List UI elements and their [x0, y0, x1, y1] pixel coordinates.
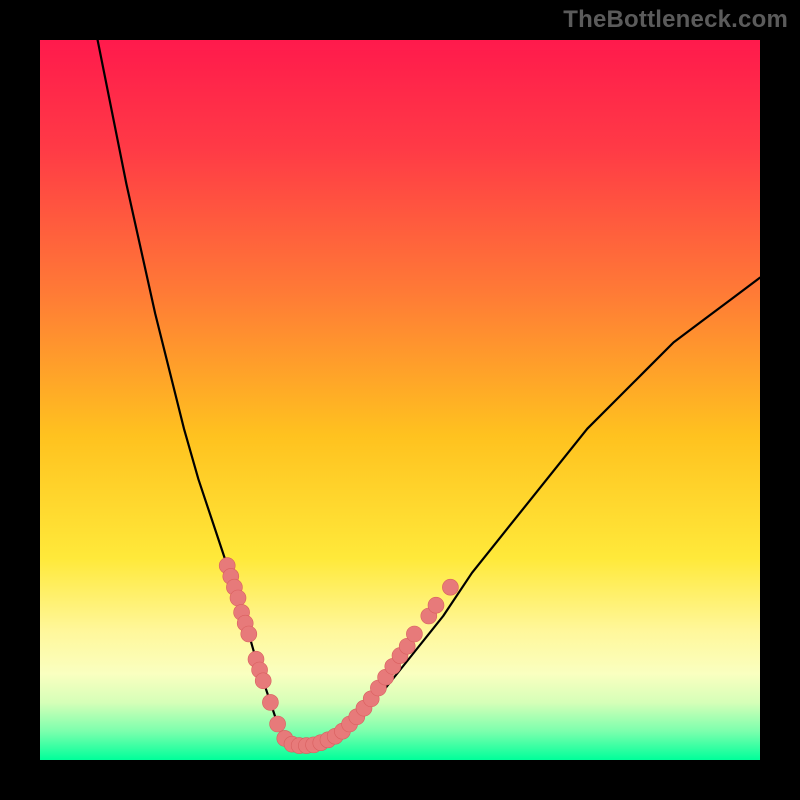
data-marker — [406, 626, 422, 642]
data-marker — [270, 716, 286, 732]
chart-frame: TheBottleneck.com — [0, 0, 800, 800]
data-marker — [255, 673, 271, 689]
data-marker — [262, 694, 278, 710]
data-marker — [442, 579, 458, 595]
chart-svg — [40, 40, 760, 760]
plot-area — [40, 40, 760, 760]
attribution-text: TheBottleneck.com — [563, 6, 788, 34]
data-marker — [230, 590, 246, 606]
data-marker — [428, 597, 444, 613]
data-marker — [241, 626, 257, 642]
